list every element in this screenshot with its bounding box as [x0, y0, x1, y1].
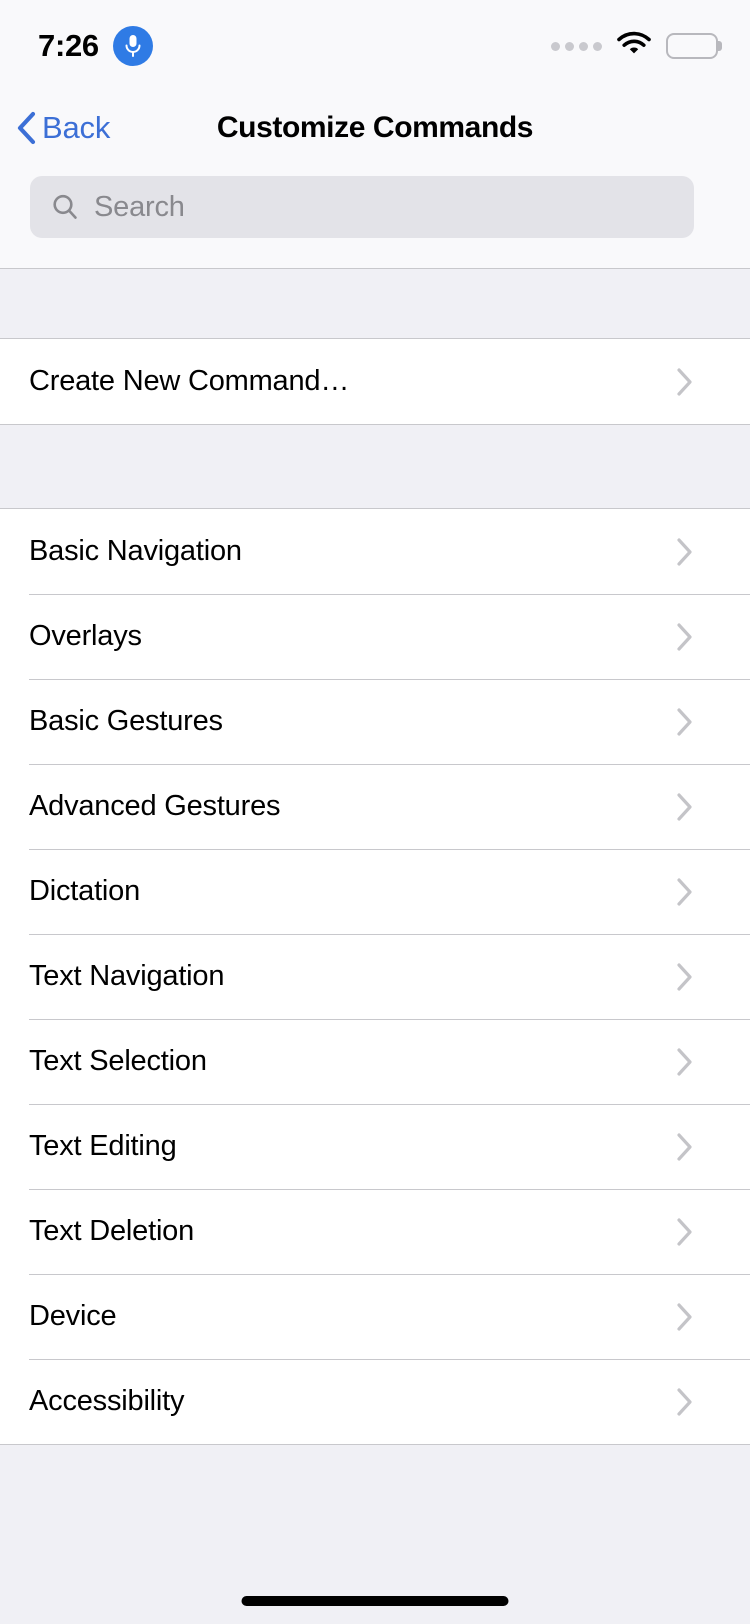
- chevron-right-icon: [676, 1387, 694, 1417]
- home-indicator[interactable]: [241, 1596, 509, 1606]
- create-command-section: Create New Command…: [0, 339, 750, 424]
- search-bar-container: Search: [0, 168, 750, 269]
- list-item-label: Text Editing: [29, 1130, 177, 1162]
- list-item[interactable]: Device: [0, 1274, 750, 1359]
- iphone-screen: 7:26 Back Customize Commands Search Crea…: [0, 0, 750, 1624]
- list-item[interactable]: Text Navigation: [0, 934, 750, 1019]
- section-gap-top: [0, 269, 750, 339]
- list-item-label: Basic Gestures: [29, 705, 223, 737]
- list-item-label: Dictation: [29, 875, 141, 907]
- page-title: Customize Commands: [216, 111, 534, 144]
- list-item-create-new-command[interactable]: Create New Command…: [0, 339, 750, 424]
- list-item[interactable]: Basic Gestures: [0, 679, 750, 764]
- chevron-right-icon: [676, 622, 694, 652]
- list-item-label: Text Navigation: [29, 960, 225, 992]
- list-item-label: Basic Navigation: [29, 535, 242, 567]
- status-bar-clock: 7:26: [38, 28, 99, 63]
- list-item-label: Text Deletion: [29, 1215, 195, 1247]
- wifi-icon: [616, 31, 652, 62]
- chevron-right-icon: [676, 707, 694, 737]
- battery-full-icon: [666, 33, 722, 59]
- list-item-label: Advanced Gestures: [29, 790, 281, 822]
- list-item[interactable]: Overlays: [0, 594, 750, 679]
- list-item[interactable]: Dictation: [0, 849, 750, 934]
- chevron-right-icon: [676, 877, 694, 907]
- list-item[interactable]: Text Editing: [0, 1104, 750, 1189]
- list-item-label: Overlays: [29, 620, 142, 652]
- list-item-label: Device: [29, 1300, 117, 1332]
- chevron-right-icon: [676, 1047, 694, 1077]
- microphone-icon: [112, 26, 153, 66]
- status-bar-right: [551, 31, 722, 62]
- list-item[interactable]: Text Selection: [0, 1019, 750, 1104]
- list-item-label: Accessibility: [29, 1385, 185, 1417]
- status-bar-left: 7:26: [38, 26, 153, 66]
- list-item[interactable]: Text Deletion: [0, 1189, 750, 1274]
- chevron-right-icon: [676, 962, 694, 992]
- chevron-right-icon: [676, 367, 694, 397]
- list-item[interactable]: Advanced Gestures: [0, 764, 750, 849]
- list-item[interactable]: Accessibility: [0, 1359, 750, 1444]
- list-item-label: Text Selection: [29, 1045, 207, 1077]
- chevron-right-icon: [676, 1302, 694, 1332]
- chevron-right-icon: [676, 792, 694, 822]
- search-icon: [50, 192, 80, 222]
- chevron-right-icon: [676, 1132, 694, 1162]
- navigation-bar: Back Customize Commands: [0, 88, 750, 168]
- list-item-label: Create New Command…: [29, 365, 350, 397]
- chevron-right-icon: [676, 537, 694, 567]
- section-gap-middle: [0, 424, 750, 509]
- search-placeholder: Search: [94, 190, 185, 223]
- status-bar: 7:26: [0, 0, 750, 88]
- list-item[interactable]: Basic Navigation: [0, 509, 750, 594]
- search-input[interactable]: Search: [30, 176, 694, 238]
- chevron-right-icon: [676, 1217, 694, 1247]
- cellular-signal-icon: [551, 41, 602, 51]
- command-categories-section: Basic Navigation Overlays Basic Gestures Ad…: [0, 509, 750, 1444]
